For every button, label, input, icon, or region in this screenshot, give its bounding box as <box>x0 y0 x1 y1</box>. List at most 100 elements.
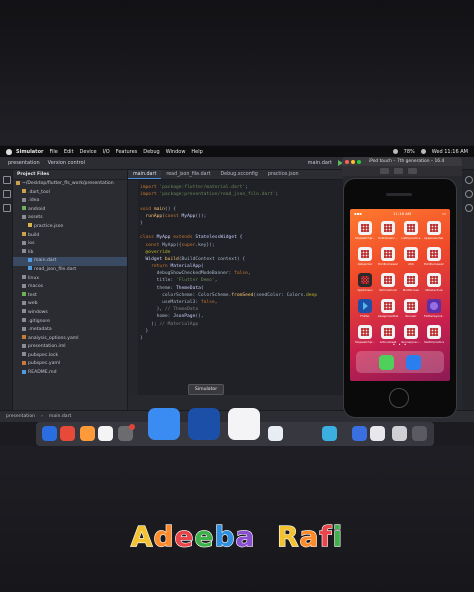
tree-item[interactable]: main.dart <box>13 257 127 266</box>
home-screen-app[interactable]: thirdhomework… <box>424 247 444 273</box>
project-selector[interactable]: presentation <box>8 160 40 166</box>
status-breadcrumb-file[interactable]: main.dart <box>49 414 71 419</box>
home-screen-app[interactable]: MultiScreen <box>401 273 421 299</box>
home-screen-app[interactable]: Listfopractice <box>401 221 421 247</box>
flutter-inspector-icon[interactable] <box>465 190 473 198</box>
menubar-clock[interactable]: Wed 11:16 AM <box>432 149 468 155</box>
tree-item[interactable]: ios <box>13 240 127 249</box>
tree-item[interactable]: pubspec.yaml <box>13 360 127 369</box>
menu-features[interactable]: Features <box>116 149 138 155</box>
tree-item[interactable]: assets <box>13 214 127 223</box>
tree-item[interactable]: android <box>13 206 127 215</box>
page-indicator[interactable]: • • • <box>350 342 450 347</box>
dock-app-icon[interactable] <box>118 424 135 441</box>
tree-item[interactable]: .dart_tool <box>13 189 127 198</box>
menu-help[interactable]: Help <box>191 149 202 155</box>
home-screen-app[interactable]: Actionsheet <box>378 325 398 351</box>
version-control-menu[interactable]: Version control <box>48 160 85 166</box>
rotate-icon[interactable] <box>408 168 417 174</box>
home-screen-app[interactable]: Runnerprac… <box>401 325 421 351</box>
zoom-window-icon[interactable] <box>357 159 361 164</box>
menu-window[interactable]: Window <box>166 149 186 155</box>
close-window-icon[interactable] <box>345 159 349 164</box>
menu-device[interactable]: Device <box>80 149 97 155</box>
dock-app-icon[interactable] <box>392 426 407 441</box>
menu-debug[interactable]: Debug <box>143 149 159 155</box>
tree-item[interactable]: pubspec.lock <box>13 352 127 361</box>
home-screen-app[interactable]: AppScreen <box>355 273 375 299</box>
notifications-icon[interactable] <box>465 176 473 184</box>
home-screen-app[interactable]: datepicker <box>355 247 375 273</box>
home-screen-app[interactable]: Stopwatchpr… <box>355 325 375 351</box>
menu-app-name[interactable]: Simulator <box>16 149 43 155</box>
project-panel-title[interactable]: Project Files <box>13 170 127 180</box>
tree-item[interactable]: .gitignore <box>13 318 127 327</box>
dock-app-icon[interactable] <box>42 426 57 441</box>
tab-read-json-file[interactable]: read_json_file.dart <box>161 170 215 179</box>
code-editor[interactable]: import 'package:flutter/material.dart'; i… <box>128 180 343 395</box>
app-icon <box>427 325 441 339</box>
home-screen-app[interactable]: Assignmentlab… <box>378 299 398 325</box>
menu-edit[interactable]: Edit <box>64 149 74 155</box>
tree-item[interactable]: .metadata <box>13 326 127 335</box>
tree-item[interactable]: .idea <box>13 197 127 206</box>
home-screen-app[interactable]: NoteLecture <box>424 273 444 299</box>
home-screen-app[interactable]: Ahb <box>401 247 421 273</box>
home-screen-app[interactable]: Stopwatchpr… <box>355 221 375 247</box>
tree-item[interactable]: test <box>13 292 127 301</box>
dock-app-icon[interactable] <box>60 426 75 441</box>
folder-icon[interactable] <box>3 176 11 184</box>
dock-app-icon[interactable] <box>98 426 113 441</box>
minimize-window-icon[interactable] <box>351 159 355 164</box>
safari-icon[interactable] <box>406 354 421 370</box>
tree-item[interactable]: linux <box>13 275 127 284</box>
home-screen-app[interactable]: Runnerr <box>401 299 421 325</box>
dock-app-icon[interactable] <box>188 408 220 440</box>
structure-icon[interactable] <box>3 204 11 212</box>
device-home-button[interactable] <box>389 388 409 408</box>
device-manager-icon[interactable] <box>465 204 473 212</box>
menu-file[interactable]: File <box>49 149 57 155</box>
apple-logo-icon[interactable] <box>6 148 12 155</box>
dock-app-icon[interactable] <box>370 426 385 441</box>
tab-main-dart[interactable]: main.dart <box>128 170 162 179</box>
screenshot-icon[interactable] <box>394 168 403 174</box>
control-center-icon[interactable] <box>420 149 426 154</box>
home-button-icon[interactable] <box>380 168 389 174</box>
code-text[interactable]: import 'package:flutter/material.dart'; i… <box>140 184 317 349</box>
dock-app-icon[interactable] <box>268 426 283 441</box>
home-screen-app[interactable]: Flutterlayout… <box>424 299 444 325</box>
dock-app-icon[interactable] <box>228 408 260 440</box>
tab-debug-xcconfig[interactable]: Debug.xcconfig <box>215 170 262 179</box>
tree-item[interactable]: practice.json <box>13 223 127 232</box>
tree-item[interactable]: read_json_file.dart <box>13 266 127 275</box>
tree-item[interactable]: macos <box>13 283 127 292</box>
tree-item[interactable]: build <box>13 232 127 241</box>
home-screen-app[interactable]: VerticalClock <box>378 273 398 299</box>
tab-practice-json[interactable]: practice.json <box>263 170 304 179</box>
messages-icon[interactable] <box>379 354 394 370</box>
tree-item[interactable]: analysis_options.yaml <box>13 335 127 344</box>
dock-app-icon[interactable] <box>322 426 337 441</box>
tree-item[interactable]: web <box>13 300 127 309</box>
device-screen[interactable]: ▪▪▪ 11:16 AM ▭ Stopwatchpr… Pullrefreshc…… <box>350 209 450 381</box>
home-screen-app[interactable]: thirdhomework… <box>378 247 398 273</box>
home-screen-app[interactable]: Flutter <box>355 299 375 325</box>
dock-app-icon[interactable] <box>80 426 95 441</box>
home-screen-app[interactable]: Pullrefreshc… <box>378 221 398 247</box>
home-screen-app[interactable]: Appscreenhel… <box>424 221 444 247</box>
tree-item[interactable]: lib <box>13 249 127 258</box>
dock-app-icon[interactable] <box>412 426 427 441</box>
dock-app-icon[interactable] <box>352 426 367 441</box>
run-config-selector[interactable]: main.dart <box>308 160 332 166</box>
dock-app-icon[interactable] <box>148 408 180 440</box>
tree-item[interactable]: presentation.iml <box>13 343 127 352</box>
tree-item[interactable]: ~/Desktop/flutter_fls_work/presentation <box>13 180 127 189</box>
home-screen-app[interactable]: Switchpractice <box>424 325 444 351</box>
tree-item[interactable]: windows <box>13 309 127 318</box>
status-breadcrumb-project[interactable]: presentation <box>6 414 35 419</box>
menu-io[interactable]: I/O <box>103 149 110 155</box>
tree-item[interactable]: README.md <box>13 369 127 378</box>
commit-icon[interactable] <box>3 190 11 198</box>
wifi-icon[interactable] <box>392 149 398 154</box>
